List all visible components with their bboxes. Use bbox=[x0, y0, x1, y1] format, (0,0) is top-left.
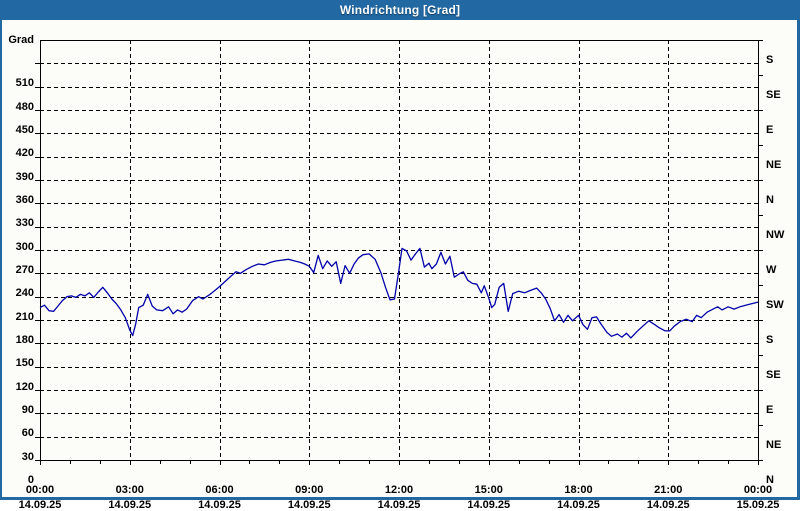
x-time-label: 03:00 bbox=[115, 484, 144, 496]
x-time-label: 15:00 bbox=[474, 484, 503, 496]
compass-label: NW bbox=[766, 229, 785, 241]
x-time-label: 09:00 bbox=[295, 484, 324, 496]
x-date-label: 14.09.25 bbox=[287, 499, 331, 511]
x-date-label: 14.09.25 bbox=[377, 499, 421, 511]
window-title: Windrichtung [Grad] bbox=[339, 3, 461, 17]
y-tick-label: 120 bbox=[15, 380, 34, 393]
y-tick-label: 480 bbox=[15, 100, 34, 113]
x-date-label: 14.09.25 bbox=[108, 499, 152, 511]
x-time-label: 18:00 bbox=[564, 484, 593, 496]
compass-label: SW bbox=[766, 299, 784, 311]
x-time-label: 00:00 bbox=[25, 484, 55, 496]
app-window: Windrichtung [Grad] Grad 0 30 60 90 120 150 18… bbox=[0, 0, 800, 511]
compass-label: S bbox=[766, 334, 774, 346]
compass-label: NE bbox=[766, 439, 782, 451]
y-tick-label: 60 bbox=[21, 427, 34, 440]
y-axis-unit-label: Grad bbox=[8, 34, 34, 46]
chart-panel: Grad 0 30 60 90 120 150 180 210 240 270 300 330 360 3… bbox=[0, 20, 800, 511]
x-time-label: 00:00 bbox=[743, 484, 773, 496]
x-date-label: 14.09.25 bbox=[198, 499, 241, 511]
x-date-label: 14.09.25 bbox=[18, 499, 62, 511]
x-time-label: 06:00 bbox=[205, 484, 234, 496]
y-tick-label: 90 bbox=[21, 404, 34, 416]
y-tick-label: 30 bbox=[21, 450, 34, 463]
x-time-label: 21:00 bbox=[654, 484, 683, 496]
y-tick-label: 270 bbox=[15, 264, 34, 276]
y-tick-label: 330 bbox=[15, 217, 34, 230]
compass-label: SE bbox=[766, 89, 781, 101]
compass-label: NE bbox=[766, 159, 782, 171]
y-tick-label: 510 bbox=[15, 77, 34, 90]
x-date-label: 14.09.25 bbox=[646, 499, 690, 511]
y-tick-label: 210 bbox=[15, 310, 34, 323]
compass-label: N bbox=[766, 474, 774, 486]
title-bar: Windrichtung [Grad] bbox=[0, 0, 800, 21]
x-time-label: 12:00 bbox=[384, 484, 414, 496]
compass-label: W bbox=[766, 264, 777, 276]
y-tick-label: 360 bbox=[15, 194, 34, 206]
y-tick-label: 180 bbox=[15, 334, 34, 346]
y-tick-label: 390 bbox=[15, 170, 34, 183]
plot-canvas bbox=[35, 40, 763, 465]
compass-label: N bbox=[766, 194, 774, 206]
y-tick-label: 300 bbox=[15, 240, 34, 253]
x-date-label: 15.09.25 bbox=[736, 499, 780, 511]
x-date-label: 14.09.25 bbox=[467, 499, 511, 511]
y-tick-label: 150 bbox=[15, 357, 34, 370]
y-tick-label: 240 bbox=[15, 287, 34, 300]
compass-label: SE bbox=[766, 369, 781, 381]
x-date-label: 14.09.25 bbox=[557, 499, 600, 511]
y-tick-label: 420 bbox=[15, 147, 34, 160]
compass-label: S bbox=[766, 54, 774, 66]
compass-label: E bbox=[766, 124, 774, 136]
y-tick-label: 450 bbox=[15, 124, 34, 136]
compass-label: E bbox=[766, 404, 774, 416]
